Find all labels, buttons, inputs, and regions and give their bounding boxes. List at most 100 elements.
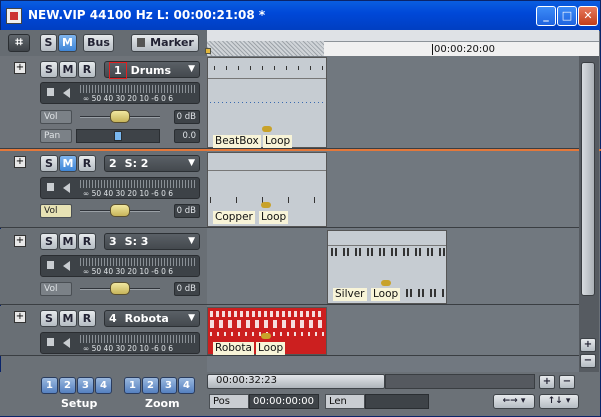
track-1-vol-value[interactable]: 0 dB <box>174 110 200 124</box>
horizontal-scroll-track[interactable] <box>385 374 535 389</box>
track-1-name: Drums <box>130 64 172 77</box>
track-4-name-dropdown[interactable]: 4 Robota ▼ <box>104 310 200 327</box>
track-2-vol-label: Vol <box>40 204 72 218</box>
track-1-level-meter: ∞ 50 40 30 20 10 -6 0 6 <box>40 82 200 104</box>
maximize-button[interactable]: □ <box>557 6 577 26</box>
lock-icon[interactable] <box>47 338 54 346</box>
setup-label: Setup <box>61 397 98 410</box>
setup-2-button[interactable]: 2 <box>59 377 76 394</box>
meter-ticks <box>80 85 196 93</box>
lock-icon[interactable] <box>47 88 54 96</box>
speaker-icon[interactable] <box>63 183 70 193</box>
speaker-icon[interactable] <box>63 261 70 271</box>
horizontal-scroll-thumb[interactable]: 00:00:32:23 <box>207 374 385 389</box>
ruler-time-label: 00:00:20:00 <box>434 44 496 55</box>
track-1-pan-label: Pan <box>40 129 72 143</box>
track-4-record-button[interactable]: R <box>78 310 96 327</box>
bus-button[interactable]: Bus <box>83 34 114 52</box>
track-1-mute-button[interactable]: M <box>59 61 77 78</box>
global-mute-button[interactable]: M <box>58 34 77 52</box>
track-3-level-meter: ∞ 50 40 30 20 10 -6 0 6 <box>40 255 200 277</box>
vertical-zoom-dropdown[interactable]: ↑↓ ▾ <box>539 394 579 409</box>
zoom-2-button[interactable]: 2 <box>142 377 159 394</box>
track-2-record-button[interactable]: R <box>78 155 96 172</box>
track-1-record-button[interactable]: R <box>78 61 96 78</box>
clip-silver-name: Silver <box>333 288 367 301</box>
track-4-number: 4 <box>109 312 117 325</box>
setup-3-button[interactable]: 3 <box>77 377 94 394</box>
track-1-number: 1 <box>109 62 127 79</box>
track-4-expand-icon[interactable]: + <box>14 311 26 323</box>
len-value[interactable] <box>365 394 429 409</box>
track-4-mute-button[interactable]: M <box>59 310 77 327</box>
app-icon[interactable] <box>6 8 22 24</box>
title-bar[interactable]: NEW.VIP 44100 Hz L: 00:00:21:08 * _ □ ✕ <box>1 1 600 31</box>
speaker-icon[interactable] <box>63 88 70 98</box>
track-1-vol-label: Vol <box>40 110 72 124</box>
track-3-vol-label: Vol <box>40 282 72 296</box>
zoom-4-button[interactable]: 4 <box>178 377 195 394</box>
minimize-button[interactable]: _ <box>536 6 556 26</box>
track-3-name-dropdown[interactable]: 3 S: 3 ▼ <box>104 233 200 250</box>
setup-1-button[interactable]: 1 <box>41 377 58 394</box>
chevron-down-icon: ▼ <box>188 158 195 168</box>
meter-scale: ∞ 50 40 30 20 10 -6 0 6 <box>83 267 174 276</box>
start-marker-icon[interactable] <box>205 48 211 54</box>
meter-ticks <box>80 335 196 343</box>
track-3-vol-value[interactable]: 0 dB <box>174 282 200 296</box>
time-zoom-out-button[interactable]: − <box>559 375 575 389</box>
loop-key-icon <box>261 333 271 339</box>
track-1-pan-knob[interactable] <box>114 131 122 141</box>
track-2-solo-button[interactable]: S <box>40 155 58 172</box>
speaker-icon[interactable] <box>63 338 70 348</box>
lock-icon[interactable] <box>47 261 54 269</box>
track-4-solo-button[interactable]: S <box>40 310 58 327</box>
lock-icon <box>137 38 145 47</box>
chevron-down-icon: ▼ <box>188 313 195 323</box>
track-zoom-out-button[interactable]: − <box>580 354 596 368</box>
lock-icon[interactable] <box>47 183 54 191</box>
grid-icon[interactable]: ⌗ <box>8 34 30 52</box>
track-1-solo-button[interactable]: S <box>40 61 58 78</box>
track-zoom-in-button[interactable]: + <box>580 338 596 352</box>
track-3-solo-button[interactable]: S <box>40 233 58 250</box>
setup-4-button[interactable]: 4 <box>95 377 112 394</box>
zoom-1-button[interactable]: 1 <box>124 377 141 394</box>
track-1-pan-value[interactable]: 0.0 <box>174 129 200 143</box>
vertical-scroll-thumb[interactable] <box>581 62 595 296</box>
time-zoom-in-button[interactable]: + <box>539 375 555 389</box>
track-4-name: Robota <box>124 312 169 325</box>
marker-button[interactable]: Marker <box>131 34 199 52</box>
chevron-down-icon: ▼ <box>188 64 195 74</box>
track-2-vol-value[interactable]: 0 dB <box>174 204 200 218</box>
clip-robota-name: Robota <box>213 342 254 355</box>
close-button[interactable]: ✕ <box>578 6 598 26</box>
track-2-vol-knob[interactable] <box>110 204 130 217</box>
track-1-pan-slider[interactable] <box>76 129 160 143</box>
loop-key-icon <box>261 202 271 208</box>
track-2-mute-button[interactable]: M <box>59 155 77 172</box>
horizontal-zoom-dropdown[interactable]: ←→ ▾ <box>493 394 535 409</box>
track-3-record-button[interactable]: R <box>78 233 96 250</box>
track-2-expand-icon[interactable]: + <box>14 156 26 168</box>
track-4-level-meter: ∞ 50 40 30 20 10 -6 0 6 <box>40 332 200 354</box>
track-2-name-dropdown[interactable]: 2 S: 2 ▼ <box>104 155 200 172</box>
global-solo-button[interactable]: S <box>40 34 57 52</box>
scroll-time: 00:00:32:23 <box>216 375 278 386</box>
track-3-expand-icon[interactable]: + <box>14 235 26 247</box>
pos-value[interactable]: 00:00:00:00 <box>249 394 319 409</box>
len-label: Len <box>325 394 365 409</box>
track-3-name: S: 3 <box>124 235 149 248</box>
track-1-name-dropdown[interactable]: 1 Drums ▼ <box>104 61 200 79</box>
clip-silver-loop: Loop <box>371 288 401 301</box>
track-3-mute-button[interactable]: M <box>59 233 77 250</box>
track-1-vol-knob[interactable] <box>110 110 130 123</box>
loop-region[interactable] <box>207 41 324 56</box>
track-3-vol-knob[interactable] <box>110 282 130 295</box>
track-1-expand-icon[interactable]: + <box>14 62 26 74</box>
clip-copper-loop: Loop <box>259 211 289 224</box>
track-2-number: 2 <box>109 157 117 170</box>
ruler-tick <box>432 44 433 55</box>
zoom-3-button[interactable]: 3 <box>160 377 177 394</box>
clip-copper-name: Copper <box>213 211 255 224</box>
